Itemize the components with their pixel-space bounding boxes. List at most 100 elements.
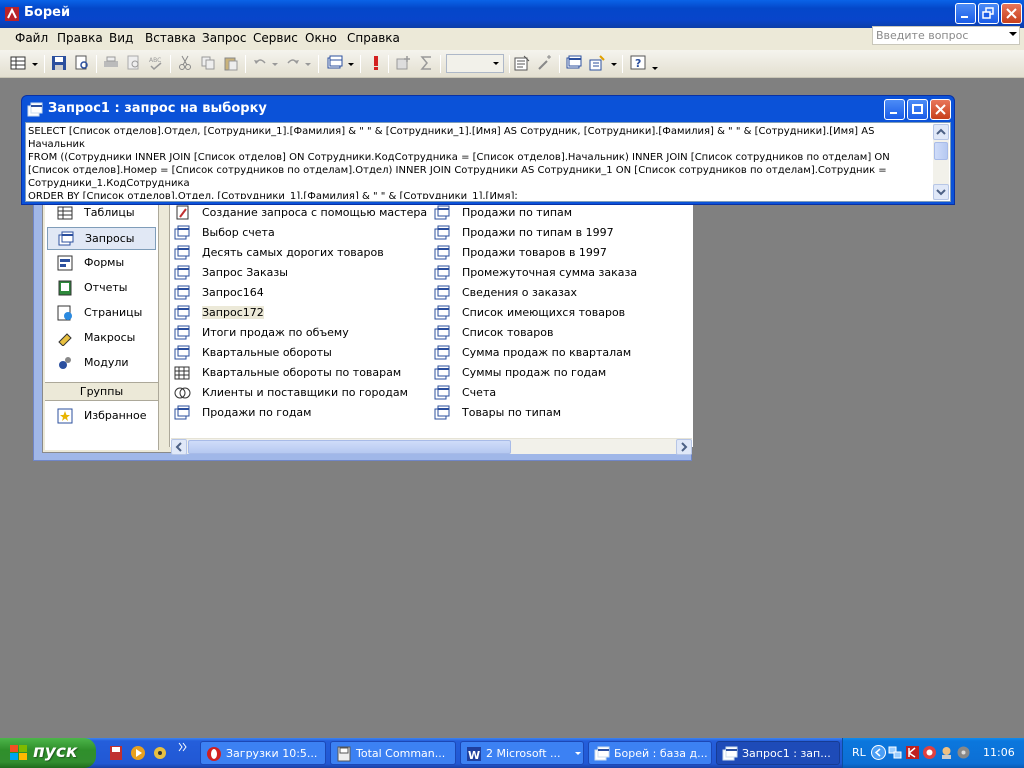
menu-tools[interactable]: Сервис bbox=[253, 31, 298, 45]
quicklaunch-disk-icon[interactable] bbox=[108, 745, 124, 761]
antivirus-icon[interactable] bbox=[905, 745, 920, 760]
query-minimize-button[interactable] bbox=[884, 99, 905, 120]
quicklaunch-media-icon[interactable] bbox=[130, 745, 146, 761]
objects-reports-label: Отчеты bbox=[84, 281, 128, 294]
help-icon[interactable]: ? bbox=[630, 55, 646, 71]
sql-text[interactable]: SELECT [Список отделов].Отдел, [Сотрудни… bbox=[28, 125, 933, 199]
chevron-down-icon[interactable] bbox=[32, 63, 38, 66]
sound-icon[interactable] bbox=[956, 745, 971, 760]
redo-icon[interactable] bbox=[285, 55, 301, 71]
file-search-icon[interactable] bbox=[74, 55, 90, 71]
objects-modules[interactable]: Модули bbox=[47, 352, 156, 375]
query-maximize-button[interactable] bbox=[907, 99, 928, 120]
clock[interactable]: 11:06 bbox=[983, 746, 1015, 759]
groups-favorites[interactable]: Избранное bbox=[47, 405, 156, 428]
spelling-icon[interactable]: ABC bbox=[148, 55, 164, 71]
vertical-scrollbar[interactable] bbox=[933, 124, 949, 200]
query-icon bbox=[174, 325, 190, 340]
show-table-icon[interactable] bbox=[396, 55, 412, 71]
database-window-icon[interactable] bbox=[566, 55, 582, 71]
query-type-icon[interactable] bbox=[327, 55, 343, 71]
chevron-down-icon[interactable] bbox=[305, 63, 311, 66]
scroll-thumb[interactable] bbox=[188, 440, 511, 454]
chevron-down-icon[interactable] bbox=[272, 63, 278, 66]
svg-text:ABC: ABC bbox=[149, 57, 161, 64]
favorites-icon bbox=[57, 408, 73, 424]
builder-icon[interactable] bbox=[537, 55, 553, 71]
objects-tables[interactable]: Таблицы bbox=[47, 202, 156, 225]
undo-icon[interactable] bbox=[252, 55, 268, 71]
print-preview-icon[interactable] bbox=[126, 55, 142, 71]
quicklaunch-app-icon[interactable] bbox=[152, 745, 168, 761]
app-title-bar[interactable]: Борей bbox=[0, 0, 1024, 28]
print-icon[interactable] bbox=[103, 55, 119, 71]
wizard-icon bbox=[176, 205, 189, 220]
query-sql-window[interactable]: Запрос1 : запрос на выборку SELECT [Спис… bbox=[21, 95, 955, 205]
query-close-button[interactable] bbox=[930, 99, 951, 120]
menu-file[interactable]: Файл bbox=[15, 31, 48, 45]
top-values-combo[interactable] bbox=[446, 54, 504, 73]
taskbar-item[interactable]: W 2 Microsoft ... bbox=[460, 741, 584, 765]
chevron-down-icon[interactable] bbox=[611, 63, 617, 66]
chevron-right-double-icon[interactable] bbox=[178, 742, 188, 752]
new-object-icon[interactable] bbox=[589, 55, 605, 71]
query-icon bbox=[174, 405, 190, 420]
chevron-down-icon[interactable] bbox=[493, 62, 499, 65]
groups-header[interactable]: Группы bbox=[45, 382, 158, 401]
objects-queries[interactable]: Запросы bbox=[47, 227, 156, 250]
sql-editor[interactable]: SELECT [Список отделов].Отдел, [Сотрудни… bbox=[25, 122, 951, 202]
scroll-thumb[interactable] bbox=[934, 142, 948, 160]
scroll-down-button[interactable] bbox=[933, 184, 949, 200]
restore-button[interactable] bbox=[978, 3, 999, 24]
save-icon[interactable] bbox=[51, 55, 67, 71]
chevron-down-icon[interactable] bbox=[652, 67, 658, 70]
maximize-icon bbox=[912, 104, 923, 114]
menu-window[interactable]: Окно bbox=[305, 31, 337, 45]
chevron-down-icon[interactable] bbox=[1009, 32, 1017, 36]
chevron-down-icon[interactable] bbox=[575, 752, 581, 755]
target-icon[interactable] bbox=[922, 745, 937, 760]
start-button[interactable]: пуск bbox=[0, 738, 96, 768]
objects-pages[interactable]: Страницы bbox=[47, 302, 156, 325]
query-icon bbox=[174, 265, 190, 280]
cut-icon[interactable] bbox=[177, 55, 193, 71]
language-indicator[interactable]: RL bbox=[852, 746, 866, 759]
objects-macros[interactable]: Макросы bbox=[47, 327, 156, 350]
minimize-button[interactable] bbox=[955, 3, 976, 24]
paste-icon[interactable] bbox=[223, 55, 239, 71]
chevron-up-icon bbox=[936, 128, 946, 135]
menu-help[interactable]: Справка bbox=[347, 31, 400, 45]
totals-icon[interactable] bbox=[419, 55, 435, 71]
database-window[interactable]: Таблицы Запросы Формы Отчеты Страницы Ма… bbox=[33, 195, 693, 461]
close-button[interactable] bbox=[1001, 3, 1022, 24]
agent-icon[interactable] bbox=[939, 745, 954, 760]
taskbar-item[interactable]: Борей : база д... bbox=[588, 741, 712, 765]
query-icon bbox=[174, 225, 190, 240]
chevron-left-icon[interactable] bbox=[871, 745, 886, 760]
properties-icon[interactable] bbox=[514, 55, 530, 71]
disk-icon bbox=[337, 746, 351, 762]
query-icon bbox=[434, 305, 450, 320]
horizontal-scrollbar[interactable] bbox=[171, 438, 692, 455]
objects-reports[interactable]: Отчеты bbox=[47, 277, 156, 300]
ask-question-box[interactable]: Введите вопрос bbox=[872, 26, 1020, 45]
taskbar-item[interactable]: Загрузки 10:5... bbox=[200, 741, 326, 765]
menu-view[interactable]: Вид bbox=[109, 31, 133, 45]
menu-edit[interactable]: Правка bbox=[57, 31, 103, 45]
scroll-right-button[interactable] bbox=[676, 439, 692, 455]
scroll-left-button[interactable] bbox=[171, 439, 187, 455]
network-icon[interactable] bbox=[888, 745, 903, 760]
minimize-icon bbox=[890, 112, 897, 114]
module-icon bbox=[59, 357, 71, 369]
view-grid-icon[interactable] bbox=[10, 55, 26, 71]
union-query-icon bbox=[174, 387, 191, 399]
objects-forms[interactable]: Формы bbox=[47, 252, 156, 275]
copy-icon[interactable] bbox=[200, 55, 216, 71]
menu-insert[interactable]: Вставка bbox=[145, 31, 196, 45]
taskbar-item[interactable]: Запрос1 : зап... bbox=[716, 741, 840, 765]
taskbar-item[interactable]: Total Comman... bbox=[330, 741, 456, 765]
menu-query[interactable]: Запрос bbox=[202, 31, 246, 45]
scroll-up-button[interactable] bbox=[933, 124, 949, 140]
chevron-down-icon[interactable] bbox=[348, 63, 354, 66]
run-icon[interactable] bbox=[368, 55, 384, 71]
